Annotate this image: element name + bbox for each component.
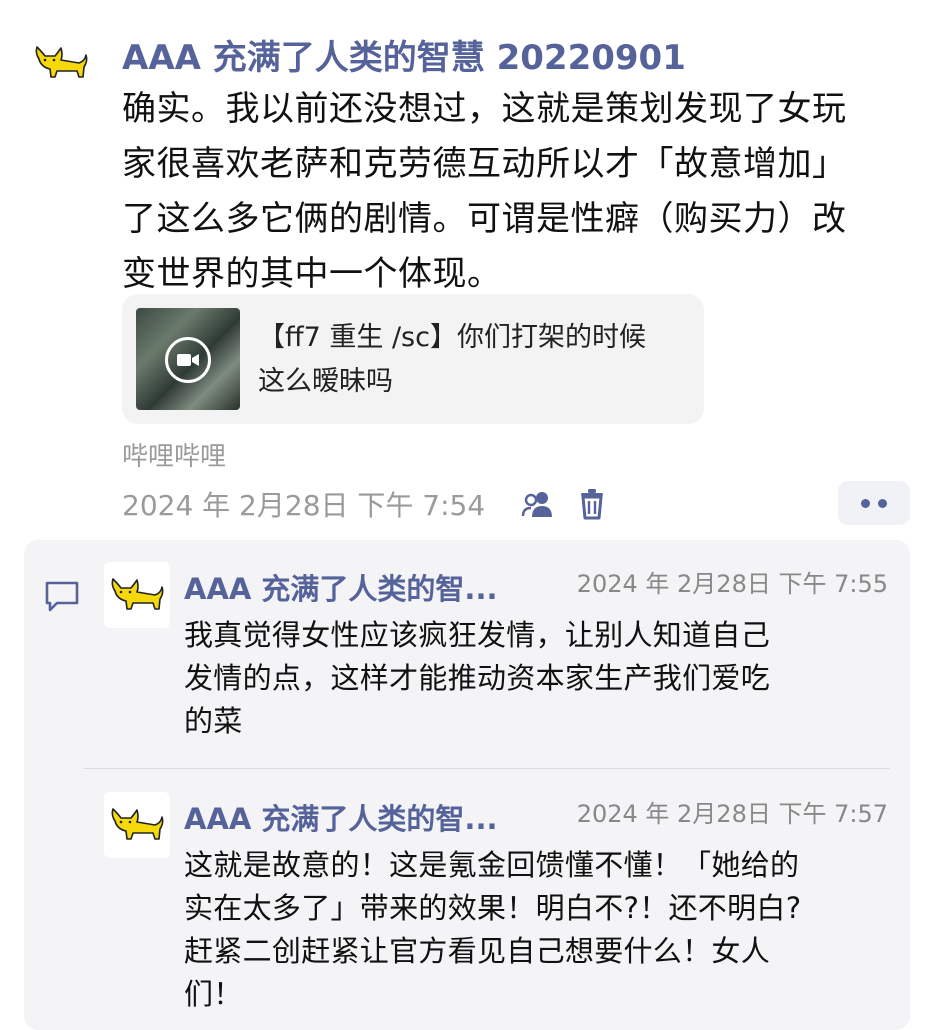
link-card[interactable]: 【ff7 重生 /sc】你们打架的时候 这么暧昧吗 [122,294,704,424]
post-text-line: 家很喜欢老萨和克劳德互动所以才「故意增加」 [122,144,847,184]
more-dots-icon [878,498,887,508]
cat-avatar-icon [111,808,164,840]
post-text-line: 确实。我以前还没想过，这就是策划发现了女玩 [122,89,847,129]
comment-time: 2024 年 2月28日 下午 7:57 [576,800,888,828]
comment-avatar[interactable] [104,792,170,858]
comment-author[interactable]: AAA 充满了人类的智... [184,796,497,838]
cat-avatar-icon [35,46,88,78]
post-text: 确实。我以前还没想过，这就是策划发现了女玩 家很喜欢老萨和克劳德互动所以才「故意… [122,82,912,302]
post-source[interactable]: 哔哩哔哩 [122,436,226,473]
comment-text: 我真觉得女性应该疯狂发情，让别人知道自己 发情的点，这样才能推动资本家生产我们爱… [184,614,884,743]
people-icon[interactable] [518,486,558,522]
comment-time: 2024 年 2月28日 下午 7:55 [576,570,888,598]
video-thumbnail [136,308,240,410]
comment-text: 这就是故意的！这是氪金回馈懂不懂！「她给的 实在太多了」带来的效果！明白不?！还… [184,844,894,1016]
comment-text-line: 实在太多了」带来的效果！明白不?！还不明白? [184,891,802,925]
comment-text-line: 赶紧二创赶紧让官方看见自己想要什么！女人 [184,934,771,968]
link-card-title: 【ff7 重生 /sc】你们打架的时候 这么暧昧吗 [258,316,688,404]
more-options-button[interactable] [838,481,910,525]
comment-text-line: 这就是故意的！这是氪金回馈懂不懂！「她给的 [184,848,800,882]
more-dots-icon [861,498,870,508]
comment-text-line: 发情的点，这样才能推动资本家生产我们爱吃 [184,661,771,695]
comment-author[interactable]: AAA 充满了人类的智... [184,566,497,608]
comment-text-line: 们！ [184,977,243,1011]
post-timestamp: 2024 年 2月28日 下午 7:54 [122,489,486,522]
comment-divider [84,768,890,769]
trash-icon[interactable] [574,486,610,522]
link-card-title-line: 这么暧昧吗 [258,366,393,397]
cat-avatar-icon [111,578,164,610]
comment-avatar[interactable] [104,562,170,628]
post-text-line: 了这么多它俩的剧情。可谓是性癖（购买力）改 [122,199,847,239]
link-card-title-line: 【ff7 重生 /sc】你们打架的时候 [258,322,646,353]
post-avatar[interactable] [28,30,94,96]
video-camera-icon [165,337,211,383]
comment-text-line: 的菜 [184,704,243,738]
comment-bubble-icon [40,576,84,616]
post-author[interactable]: AAA 充满了人类的智慧 20220901 [122,30,686,79]
comment-text-line: 我真觉得女性应该疯狂发情，让别人知道自己 [184,618,771,652]
